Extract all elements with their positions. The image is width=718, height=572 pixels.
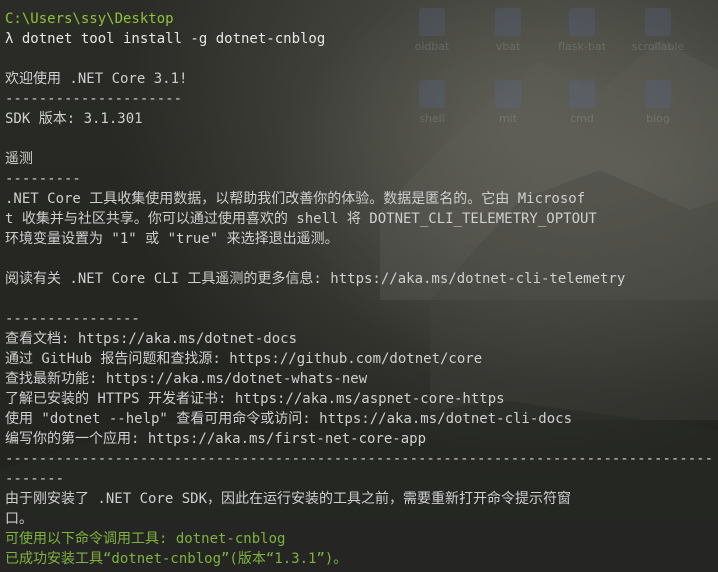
output-line: 查找最新功能: https://aka.ms/dotnet-whats-new	[5, 371, 368, 387]
prompt-path-line: C:\Users\ssy\Desktop	[5, 11, 174, 27]
output-line: ---------	[5, 171, 81, 187]
output-line	[5, 249, 717, 269]
output-line: 遥测	[5, 151, 33, 167]
output-line: 环境变量设置为 "1" 或 "true" 来选择退出遥测。	[5, 231, 339, 247]
output-line: 使用 "dotnet --help" 查看可用命令或访问: https://ak…	[5, 411, 573, 427]
output-line: -------	[5, 471, 65, 487]
success-line: 已成功安装工具“dotnet-cnblog”(版本“1.3.1”)。	[5, 551, 348, 567]
command-line: λ dotnet tool install -g dotnet-cnblog	[5, 31, 326, 47]
output-line: 通过 GitHub 报告问题和查找源: https://github.com/d…	[5, 351, 483, 367]
output-line: ----------------------------------------…	[5, 451, 714, 467]
output-line: 欢迎使用 .NET Core 3.1!	[5, 71, 188, 87]
terminal-output[interactable]: C:\Users\ssy\Desktop λ dotnet tool insta…	[5, 9, 717, 569]
output-line: ----------------	[5, 311, 140, 327]
output-line: SDK 版本: 3.1.301	[5, 111, 143, 127]
output-line: 口。	[5, 511, 33, 527]
output-line	[5, 49, 717, 69]
output-line: 查看文档: https://aka.ms/dotnet-docs	[5, 331, 298, 347]
output-line: .NET Core 工具收集使用数据，以帮助我们改善你的体验。数据是匿名的。它由…	[5, 191, 586, 207]
terminal-window[interactable]: oldbat vbat flask-bat scrollable shell m…	[0, 0, 718, 572]
output-line	[5, 289, 717, 309]
output-line: 阅读有关 .NET Core CLI 工具遥测的更多信息: https://ak…	[5, 271, 626, 287]
success-line: 可使用以下命令调用工具: dotnet-cnblog	[5, 531, 286, 547]
output-line: ---------------------	[5, 91, 183, 107]
output-line: 了解已安装的 HTTPS 开发者证书: https://aka.ms/aspne…	[5, 391, 505, 407]
output-line: 编写你的第一个应用: https://aka.ms/first-net-core…	[5, 431, 427, 447]
output-line: t 收集并与社区共享。你可以通过使用喜欢的 shell 将 DOTNET_CLI…	[5, 211, 597, 227]
output-line	[5, 129, 717, 149]
output-line: 由于刚安装了 .NET Core SDK，因此在运行安装的工具之前，需要重新打开…	[5, 491, 571, 507]
